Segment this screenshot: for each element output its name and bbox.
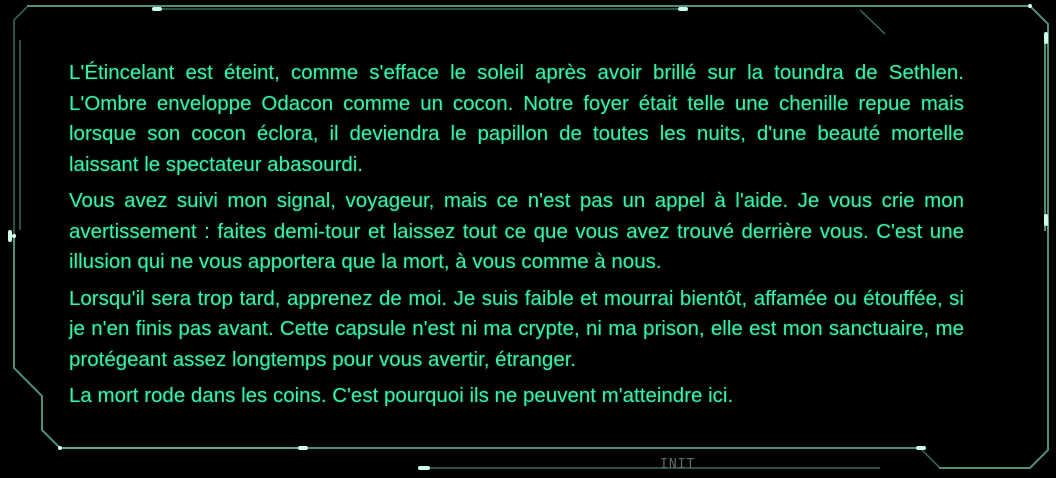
dialog-paragraph-3: Lorsqu'il sera trop tard, apprenez de mo…: [69, 286, 964, 371]
dialog-paragraph-1: L'Étincelant est éteint, comme s'efface …: [69, 61, 964, 176]
dialog-paragraph-4: La mort rode dans les coins. C'est pourq…: [69, 384, 734, 407]
status-label: INIT: [660, 457, 696, 472]
dialog-paragraph-2: Vous avez suivi mon signal, voyageur, ma…: [69, 189, 964, 273]
dialog-text-panel: L'Étincelant est éteint, comme s'efface …: [69, 58, 964, 418]
